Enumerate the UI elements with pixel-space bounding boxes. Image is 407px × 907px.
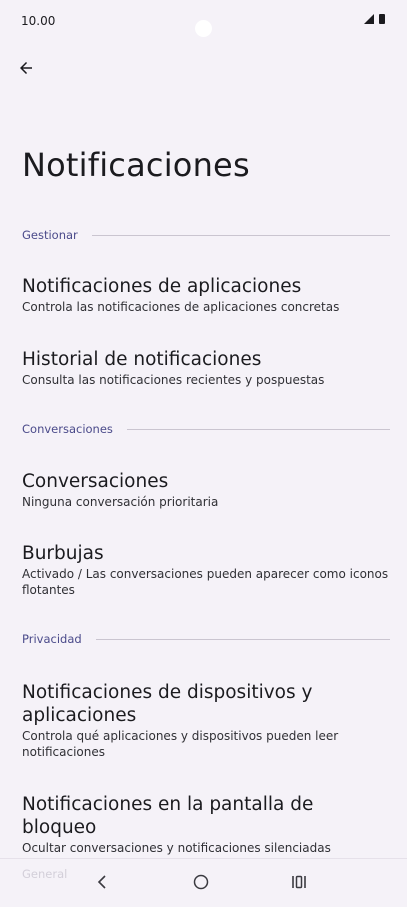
nav-home-button[interactable]: [187, 870, 215, 894]
item-title: Burbujas: [22, 543, 104, 564]
section-label: Privacidad: [22, 632, 82, 646]
status-bar: 10.00: [0, 0, 407, 44]
item-summary: Ninguna conversación prioritaria: [22, 495, 219, 509]
nav-back-icon: [97, 875, 106, 889]
nav-home-icon: [193, 874, 209, 890]
item-title: Notificaciones de dispositivos y aplicac…: [22, 682, 313, 726]
section-divider: [95, 638, 390, 640]
item-app-notifications[interactable]: Notificaciones de aplicaciones Controla …: [22, 275, 389, 315]
nav-back-button[interactable]: [88, 870, 116, 894]
status-time: 10.00: [21, 14, 56, 28]
section-divider: [126, 428, 390, 430]
section-divider: [91, 234, 390, 236]
item-summary: Ocultar conversaciones y notificaciones …: [22, 841, 331, 855]
status-icons: [364, 14, 385, 24]
section-label: Gestionar: [22, 228, 78, 242]
item-notification-history[interactable]: Historial de notificaciones Consulta las…: [22, 348, 389, 388]
back-button[interactable]: [12, 54, 40, 82]
item-title: Notificaciones de aplicaciones: [22, 276, 302, 297]
item-title: Conversaciones: [22, 471, 169, 492]
item-bubbles[interactable]: Burbujas Activado / Las conversaciones p…: [22, 542, 389, 598]
item-conversations[interactable]: Conversaciones Ninguna conversación prio…: [22, 470, 389, 510]
arrow-left-icon: [20, 62, 32, 74]
nav-recents-icon: [292, 875, 306, 889]
battery-icon: [379, 14, 385, 24]
item-summary: Activado / Las conversaciones pueden apa…: [22, 567, 389, 597]
section-label: Conversaciones: [22, 422, 113, 436]
section-header-gestionar: Gestionar: [22, 228, 390, 242]
section-header-conversaciones: Conversaciones: [22, 422, 390, 436]
camera-cutout: [195, 20, 212, 37]
item-title: Notificaciones en la pantalla de bloqueo: [22, 794, 314, 838]
nav-recents-button[interactable]: [285, 870, 313, 894]
page-title: Notificaciones: [22, 146, 250, 184]
item-device-app-notifications[interactable]: Notificaciones de dispositivos y aplicac…: [22, 681, 389, 760]
item-summary: Controla qué aplicaciones y dispositivos…: [22, 729, 339, 759]
signal-icon: [364, 14, 374, 24]
section-label-general: General: [22, 867, 68, 881]
item-summary: Consulta las notificaciones recientes y …: [22, 373, 325, 387]
section-header-privacidad: Privacidad: [22, 632, 390, 646]
item-title: Historial de notificaciones: [22, 349, 262, 370]
item-summary: Controla las notificaciones de aplicacio…: [22, 300, 340, 314]
item-lockscreen-notifications[interactable]: Notificaciones en la pantalla de bloqueo…: [22, 793, 389, 856]
